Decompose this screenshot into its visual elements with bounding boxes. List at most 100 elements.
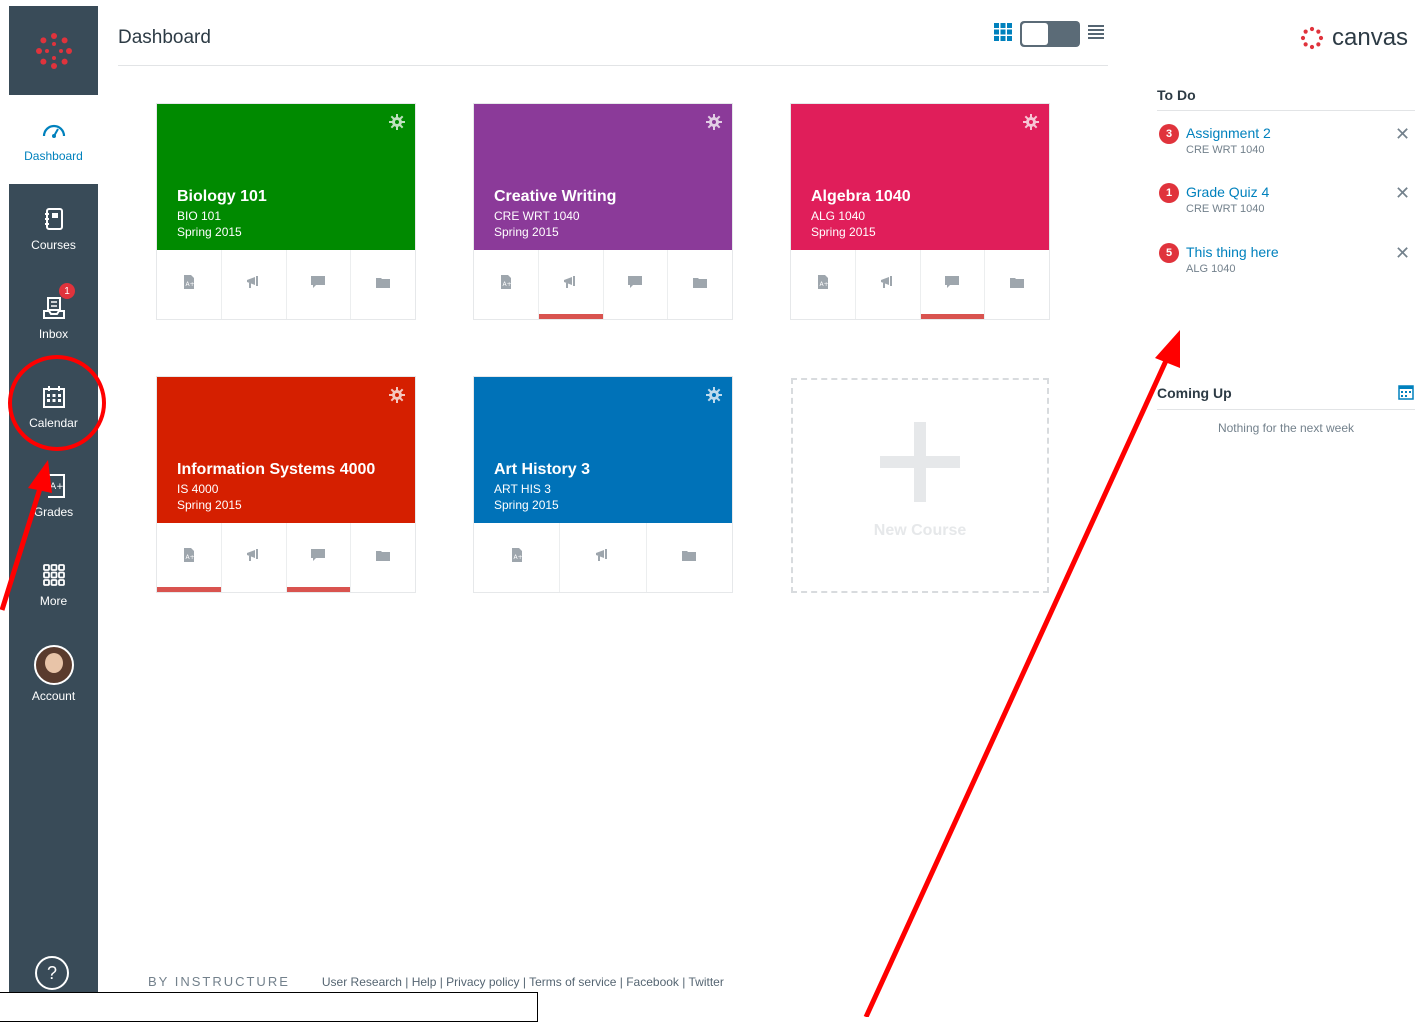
plus-icon (880, 421, 960, 502)
course-title[interactable]: Algebra 1040 (811, 188, 911, 206)
course-card[interactable]: Information Systems 4000 IS 4000 Spring 20… (157, 377, 415, 592)
course-card[interactable]: Biology 101 BIO 101 Spring 2015 A+ (157, 104, 415, 319)
card-action-grades[interactable]: A+ (791, 250, 856, 319)
course-card[interactable]: Creative Writing CRE WRT 1040 Spring 2015 A… (474, 104, 732, 319)
todo-item: 5 This thing here ALG 1040 ✕ (1157, 241, 1415, 286)
footer-links[interactable]: User Research | Help | Privacy policy | … (322, 975, 724, 989)
coming-up-heading: Coming Up (1157, 385, 1232, 401)
nav-label: More (39, 593, 68, 608)
card-action-files[interactable] (351, 250, 415, 319)
card-action-announcements[interactable] (538, 250, 604, 319)
new-course-card[interactable]: New Course (791, 378, 1049, 593)
view-switch-knob (1022, 23, 1048, 45)
card-action-discussions[interactable] (287, 250, 352, 319)
card-action-announcements[interactable] (222, 523, 287, 592)
nav-account[interactable]: Account (9, 629, 98, 718)
card-action-grades[interactable]: A+ (157, 250, 222, 319)
more-grid-icon (41, 562, 67, 588)
card-header[interactable]: Creative Writing CRE WRT 1040 Spring 2015 (474, 104, 732, 250)
todo-link[interactable]: This thing here (1186, 244, 1279, 260)
card-action-announcements[interactable] (222, 250, 287, 319)
dismiss-close-icon[interactable]: ✕ (1395, 124, 1410, 145)
todo-count-badge: 3 (1159, 124, 1179, 144)
card-header[interactable]: Art History 3 ART HIS 3 Spring 2015 (474, 377, 732, 523)
canvas-logo-icon[interactable] (9, 6, 98, 96)
gear-icon[interactable] (389, 387, 405, 403)
announcements-icon (563, 275, 579, 294)
todo-heading: To Do (1157, 87, 1196, 103)
gear-icon[interactable] (706, 387, 722, 403)
grades-icon: A+ (817, 275, 829, 294)
grades-icon: A+ (511, 548, 523, 567)
gear-icon[interactable] (389, 114, 405, 130)
course-code: ART HIS 3 (494, 482, 551, 496)
files-icon (681, 549, 697, 567)
todo-count-badge: 5 (1159, 243, 1179, 263)
calendar-icon[interactable] (1398, 384, 1414, 405)
list-view-icon[interactable] (1088, 24, 1104, 44)
todo-link[interactable]: Grade Quiz 4 (1186, 184, 1269, 200)
card-action-files[interactable] (668, 250, 732, 319)
course-title[interactable]: Information Systems 4000 (177, 461, 375, 479)
gear-icon[interactable] (706, 114, 722, 130)
files-icon (1009, 276, 1025, 294)
nav-more[interactable]: More (9, 540, 98, 629)
card-view-icon[interactable] (994, 22, 1012, 46)
gear-icon[interactable] (1023, 114, 1039, 130)
dashboard-view-toggle[interactable] (994, 20, 1108, 48)
card-header[interactable]: Algebra 1040 ALG 1040 Spring 2015 (791, 104, 1049, 250)
nav-dashboard[interactable]: Dashboard (9, 95, 98, 184)
discussions-icon (310, 275, 326, 294)
course-code: CRE WRT 1040 (494, 209, 580, 223)
card-actions: A+ (474, 250, 732, 319)
dismiss-close-icon[interactable]: ✕ (1395, 183, 1410, 204)
card-action-files[interactable] (985, 250, 1049, 319)
course-title[interactable]: Creative Writing (494, 188, 616, 206)
course-code: BIO 101 (177, 209, 222, 223)
nav-label: Grades (33, 504, 74, 519)
svg-text:A+: A+ (185, 281, 194, 288)
svg-text:A+: A+ (185, 554, 194, 561)
annotation-arrowhead-right (1155, 330, 1180, 368)
announcements-icon (246, 548, 262, 567)
nav-inbox[interactable]: 1 Inbox (9, 273, 98, 362)
todo-course: CRE WRT 1040 (1186, 203, 1265, 215)
card-action-announcements[interactable] (560, 523, 647, 592)
help-button[interactable]: ? (35, 956, 69, 990)
svg-text:A+: A+ (513, 554, 522, 561)
course-term: Spring 2015 (811, 225, 876, 239)
nav-label: Dashboard (24, 148, 83, 163)
card-action-grades[interactable]: A+ (474, 523, 561, 592)
course-title[interactable]: Biology 101 (177, 188, 267, 206)
nav-label: Courses (31, 237, 76, 252)
course-title[interactable]: Art History 3 (494, 461, 590, 479)
card-action-announcements[interactable] (856, 250, 921, 319)
card-header[interactable]: Information Systems 4000 IS 4000 Spring 20… (157, 377, 415, 523)
nav-grades[interactable]: A+ Grades (9, 451, 98, 540)
todo-course: CRE WRT 1040 (1186, 144, 1265, 156)
global-nav: Dashboard Courses 1 Inbox Calendar A+ Gr… (9, 6, 98, 1017)
calendar-icon (41, 384, 67, 410)
course-code: IS 4000 (177, 482, 219, 496)
dashboard-gauge-icon (41, 117, 67, 143)
card-action-grades[interactable]: A+ (474, 250, 539, 319)
card-action-files[interactable] (647, 523, 732, 592)
course-card[interactable]: Art History 3 ART HIS 3 Spring 2015 A+ (474, 377, 732, 592)
card-action-files[interactable] (351, 523, 415, 592)
card-action-discussions[interactable] (920, 250, 986, 319)
card-action-discussions[interactable] (604, 250, 669, 319)
course-card[interactable]: Algebra 1040 ALG 1040 Spring 2015 A+ (791, 104, 1049, 319)
announcements-icon (595, 548, 611, 567)
todo-item: 3 Assignment 2 CRE WRT 1040 ✕ (1157, 122, 1415, 167)
grades-icon: A+ (183, 275, 195, 294)
card-action-discussions[interactable] (286, 523, 352, 592)
view-switch[interactable] (1020, 21, 1080, 47)
todo-link[interactable]: Assignment 2 (1186, 125, 1271, 141)
brand-name: canvas (1332, 24, 1409, 51)
nav-courses[interactable]: Courses (9, 184, 98, 273)
nav-calendar[interactable]: Calendar (9, 362, 98, 451)
footer-brand: BY INSTRUCTURE (148, 974, 290, 989)
card-header[interactable]: Biology 101 BIO 101 Spring 2015 (157, 104, 415, 250)
card-action-grades[interactable]: A+ (157, 523, 222, 592)
dismiss-close-icon[interactable]: ✕ (1395, 243, 1410, 264)
